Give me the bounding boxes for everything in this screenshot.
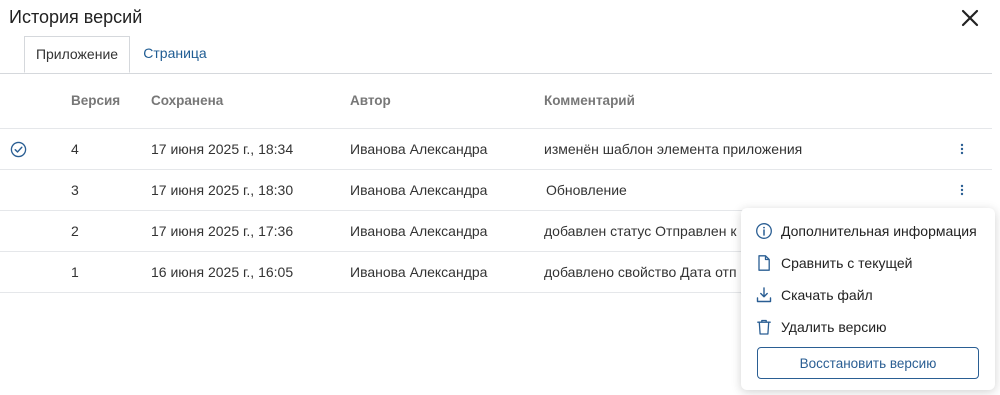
close-icon	[961, 9, 979, 27]
menu-item-label: Сравнить с текущей	[781, 255, 913, 271]
comment-text: изменён шаблон элемента приложения	[544, 141, 803, 157]
saved-date: 17 июня 2025 г., 17:36	[151, 223, 294, 239]
author-name: Иванова Александра	[350, 223, 488, 239]
row-menu-button[interactable]	[955, 170, 969, 210]
dialog-title: История версий	[9, 7, 143, 27]
table-row[interactable]: 3 17 июня 2025 г., 18:30 Иванова Алексан…	[0, 170, 992, 211]
menu-item-compare[interactable]: Сравнить с текущей	[755, 251, 912, 275]
table-header: Версия Сохранена Автор Комментарий	[0, 73, 992, 129]
download-icon	[756, 287, 772, 303]
saved-date: 16 июня 2025 г., 16:05	[151, 264, 294, 280]
trash-icon	[757, 319, 771, 335]
header-author[interactable]: Автор	[350, 73, 530, 128]
tab-bar: Приложение Страница	[0, 36, 992, 74]
table-row[interactable]: 4 17 июня 2025 г., 18:34 Иванова Алексан…	[0, 129, 992, 170]
version-context-menu: Дополнительная информация Сравнить с тек…	[741, 208, 995, 390]
document-icon	[758, 255, 770, 271]
menu-item-label: Дополнительная информация	[781, 223, 977, 239]
version-number: 4	[71, 141, 79, 157]
restore-version-button[interactable]: Восстановить версию	[757, 347, 979, 379]
menu-item-label: Скачать файл	[781, 287, 873, 303]
menu-item-delete[interactable]: Удалить версию	[755, 315, 887, 339]
kebab-menu-icon	[960, 184, 964, 196]
tab-page[interactable]: Страница	[134, 36, 216, 72]
version-number: 1	[71, 264, 79, 280]
saved-date: 17 июня 2025 г., 18:34	[151, 141, 294, 157]
version-number: 3	[71, 182, 79, 198]
menu-item-more-info[interactable]: Дополнительная информация	[755, 219, 977, 243]
header-version[interactable]: Версия	[71, 73, 131, 128]
info-icon	[756, 223, 772, 239]
author-name: Иванова Александра	[350, 182, 488, 198]
close-button[interactable]	[958, 6, 982, 30]
check-circle-icon	[10, 141, 27, 157]
tab-application[interactable]: Приложение	[24, 36, 130, 73]
saved-date: 17 июня 2025 г., 18:30	[151, 182, 294, 198]
row-menu-button[interactable]	[955, 129, 969, 169]
author-name: Иванова Александра	[350, 264, 488, 280]
header-comment[interactable]: Комментарий	[544, 73, 944, 128]
header-saved[interactable]: Сохранена	[151, 73, 341, 128]
version-number: 2	[71, 223, 79, 239]
comment-text: Обновление	[546, 182, 627, 198]
current-version-marker	[10, 129, 30, 169]
menu-item-download[interactable]: Скачать файл	[755, 283, 873, 307]
menu-item-label: Удалить версию	[781, 319, 887, 335]
author-name: Иванова Александра	[350, 141, 488, 157]
kebab-menu-icon	[960, 143, 964, 155]
